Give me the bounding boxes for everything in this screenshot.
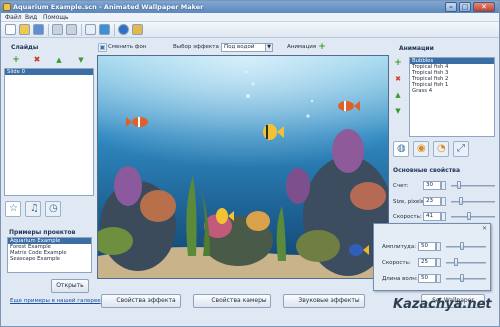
count-input[interactable]: 30 [423,181,441,190]
wave-speed-slider-track [446,262,486,264]
examples-list[interactable]: Aquarium Example Forest Example Matrix C… [7,237,92,273]
animation-label: Анимация [287,44,317,50]
wave-speed-label: Скорость: [382,260,411,266]
wavelength-slider-track [446,278,486,280]
wavelength-label: Длина волн: [382,276,418,282]
delete-slide-icon[interactable]: ✖ [33,56,41,64]
size-label: Size, pixels [393,199,424,205]
toolbar-separator [114,24,115,36]
add-slide-icon[interactable]: + [12,56,20,65]
delete-animation-icon[interactable]: ✖ [394,75,402,83]
aquarium-preview[interactable] [97,55,389,279]
eye-icon[interactable] [85,24,96,35]
amplitude-stepper[interactable] [436,242,441,251]
clock-tab-icon[interactable]: ◷ [45,201,61,217]
wave-speed-input[interactable]: 25 [418,258,436,267]
toolbar-separator [81,24,82,36]
speed-slider-track [451,216,495,218]
window-title: Aquarium Example.scn - Animated Wallpape… [13,3,204,11]
watermark: Kazachya.net [393,297,492,312]
maximize-button[interactable]: □ [459,2,471,12]
examples-title: Примеры проектов [9,229,76,236]
animations-list[interactable]: Bubbles Tropical fish 4 Tropical fish 3 … [409,57,495,137]
wave-speed-stepper[interactable] [436,258,441,267]
menu-help[interactable]: Помощь [43,14,69,21]
change-background-icon[interactable]: ▣ [98,43,107,52]
list-item[interactable]: Grass 4 [410,88,494,94]
effect-select[interactable]: Под водой ▼ [221,43,273,52]
close-button[interactable]: ✕ [473,2,495,12]
key-icon[interactable] [132,24,143,35]
amplitude-input[interactable]: 50 [418,242,436,251]
sound-effects-button[interactable]: Звуковые эффекты [283,294,365,308]
slides-list[interactable]: Slide 0 [4,68,94,196]
open-example-button[interactable]: Открыть [51,279,89,293]
gallery-link[interactable]: Еще примеры в нашей галерее [10,298,101,304]
magnet-icon[interactable] [52,24,63,35]
toolbar-separator [48,24,49,36]
sound-effects-label: Звуковые эффекты [298,297,360,304]
list-item[interactable]: Slide 0 [5,69,93,75]
add-animation-icon[interactable]: + [318,43,326,52]
amplitude-slider-handle[interactable] [460,242,464,250]
wavelength-stepper[interactable] [436,274,441,283]
move-up-icon[interactable]: ▲ [394,91,402,99]
desktop-icon[interactable] [99,24,110,35]
effect-properties-button[interactable]: Свойства эффекта [101,294,181,308]
speed-slider-handle[interactable] [467,212,471,220]
aquarium-scene-image [98,56,388,278]
size-input[interactable]: 23 [423,197,441,206]
effect-label: Выбор эффекта [173,44,219,50]
speed-stepper[interactable] [441,212,446,221]
speed-label: Скорость: [393,214,422,220]
minimize-button[interactable]: – [445,2,457,12]
size-slider-handle[interactable] [459,197,463,205]
amplitude-label: Амплитуда: [382,244,417,250]
speed-input[interactable]: 41 [423,212,441,221]
size-slider-track [451,201,495,203]
add-animation-item-icon[interactable]: + [394,59,402,68]
wave-speed-slider-handle[interactable] [454,258,458,266]
move-up-icon[interactable]: ▲ [55,56,63,64]
properties-title: Основные свойства [393,167,461,174]
move-down-icon[interactable]: ▼ [394,107,402,115]
animations-title: Анимации [399,45,434,52]
bubbles-tab-icon[interactable]: ◍ [393,141,409,157]
count-stepper[interactable] [441,181,446,190]
palette-tab-icon[interactable]: ◉ [413,141,429,157]
count-slider-handle[interactable] [457,181,461,189]
list-item[interactable]: Seascape Example [8,256,91,262]
change-background-button[interactable]: Сменить фон [108,44,146,50]
resize-tab-icon[interactable]: ⤢ [453,141,469,157]
wavelength-slider-handle[interactable] [460,274,464,282]
camera-properties-button[interactable]: Свойства камеры [193,294,271,308]
close-icon[interactable]: ✕ [482,226,488,232]
slides-title: Слайды [11,44,39,51]
chevron-down-icon: ▼ [265,44,272,51]
magnet-alt-icon[interactable] [66,24,77,35]
main-toolbar [1,22,499,38]
effect-select-value: Под водой [224,44,255,50]
help-icon[interactable] [118,24,129,35]
save-icon[interactable] [33,24,44,35]
open-folder-icon[interactable] [19,24,30,35]
app-icon [3,3,11,11]
effect-settings-popup: ✕ Амплитуда: 50 Скорость: 25 Длина волн:… [373,223,491,291]
wavelength-input[interactable]: 50 [418,274,436,283]
camera-properties-label: Свойства камеры [211,297,267,304]
music-tab-icon[interactable]: ♫ [25,201,41,217]
menu-bar: Файл Вид Помощь [1,13,499,22]
menu-view[interactable]: Вид [25,14,37,21]
move-down-icon[interactable]: ▼ [77,56,85,64]
menu-file[interactable]: Файл [5,14,22,21]
title-bar[interactable]: Aquarium Example.scn - Animated Wallpape… [1,1,499,13]
app-window: Aquarium Example.scn - Animated Wallpape… [0,0,500,327]
effect-properties-label: Свойства эффекта [116,297,176,304]
count-label: Счет: [393,183,409,189]
amplitude-slider-track [446,246,486,248]
new-file-icon[interactable] [5,24,16,35]
size-stepper[interactable] [441,197,446,206]
star-tab-icon[interactable]: ☆ [5,201,21,217]
timer-tab-icon[interactable]: ◔ [433,141,449,157]
